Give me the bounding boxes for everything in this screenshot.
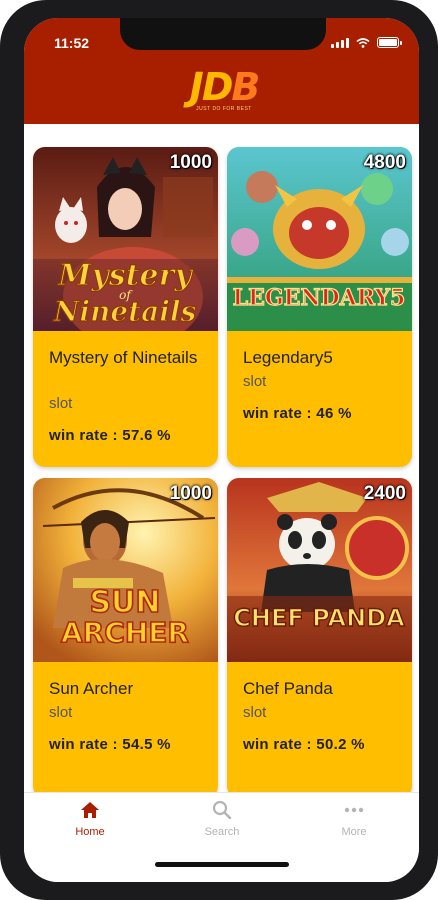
- tab-search[interactable]: Search: [182, 800, 262, 838]
- game-title: Sun Archer: [49, 679, 134, 698]
- tab-label: More: [341, 826, 367, 838]
- game-thumbnail: Mystery of Ninetails 1000: [33, 147, 218, 331]
- game-type: slot: [49, 704, 73, 721]
- app-screen: 11:52 JDB JUST DO FOR BEST Mystery of Ni…: [24, 18, 419, 882]
- art-title-line-3: Ninetails: [53, 295, 197, 328]
- game-card[interactable]: CHEF PANDA 2400 Chef Panda slot win rate…: [227, 478, 412, 792]
- status-time: 11:52: [54, 35, 90, 51]
- tab-label: Search: [204, 826, 240, 838]
- home-icon: [81, 802, 99, 818]
- win-rate: win rate : 54.5 %: [49, 736, 171, 753]
- max-win-badge: 1000: [169, 152, 212, 173]
- game-title: Mystery of Ninetails: [49, 348, 198, 367]
- art-title: CHEF PANDA: [233, 604, 405, 632]
- game-card[interactable]: SUN ARCHER 1000 Sun Archer slot win rate…: [33, 478, 218, 792]
- game-type: slot: [243, 373, 267, 390]
- game-grid: Mystery of Ninetails 1000 Mystery of Nin…: [24, 124, 419, 792]
- art-title-line-1: SUN: [89, 585, 160, 620]
- logo-text: JDB: [189, 65, 261, 109]
- status-icons: [331, 37, 402, 48]
- art-title-line-2: ARCHER: [61, 616, 189, 649]
- phone-frame: 11:52 JDB JUST DO FOR BEST Mystery of Ni…: [0, 0, 438, 900]
- game-thumbnail: CHEF PANDA 2400: [227, 478, 412, 662]
- max-win-badge: 1000: [169, 483, 212, 504]
- game-type: slot: [49, 395, 73, 412]
- game-type: slot: [243, 704, 267, 721]
- jdb-logo: JDB JUST DO FOR BEST: [176, 66, 272, 120]
- game-card[interactable]: LEGENDARY5 4800 Legendary5 slot win rate…: [227, 147, 412, 467]
- tab-home[interactable]: Home: [50, 801, 130, 838]
- max-win-badge: 2400: [363, 483, 406, 504]
- win-rate: win rate : 46 %: [243, 405, 352, 422]
- signal-icon: [331, 37, 349, 48]
- game-title: Chef Panda: [243, 679, 333, 698]
- win-rate: win rate : 57.6 %: [49, 427, 171, 444]
- tab-label: Home: [75, 826, 105, 838]
- app-header: 11:52 JDB JUST DO FOR BEST: [24, 18, 419, 124]
- win-rate: win rate : 50.2 %: [243, 736, 365, 753]
- game-title: Legendary5: [243, 348, 333, 367]
- game-thumbnail: SUN ARCHER 1000: [33, 478, 218, 662]
- game-thumbnail: LEGENDARY5 4800: [227, 147, 412, 331]
- tab-more[interactable]: More: [314, 801, 394, 838]
- game-card[interactable]: Mystery of Ninetails 1000 Mystery of Nin…: [33, 147, 218, 467]
- wifi-icon: [356, 37, 370, 48]
- more-icon: [344, 807, 364, 813]
- device-notch: [120, 18, 326, 50]
- search-icon: [212, 800, 232, 820]
- max-win-badge: 4800: [363, 152, 406, 173]
- art-title: LEGENDARY5: [233, 285, 406, 311]
- battery-icon: [377, 37, 402, 48]
- bottom-tab-bar: Home Search More: [24, 792, 419, 882]
- home-indicator: [155, 862, 289, 867]
